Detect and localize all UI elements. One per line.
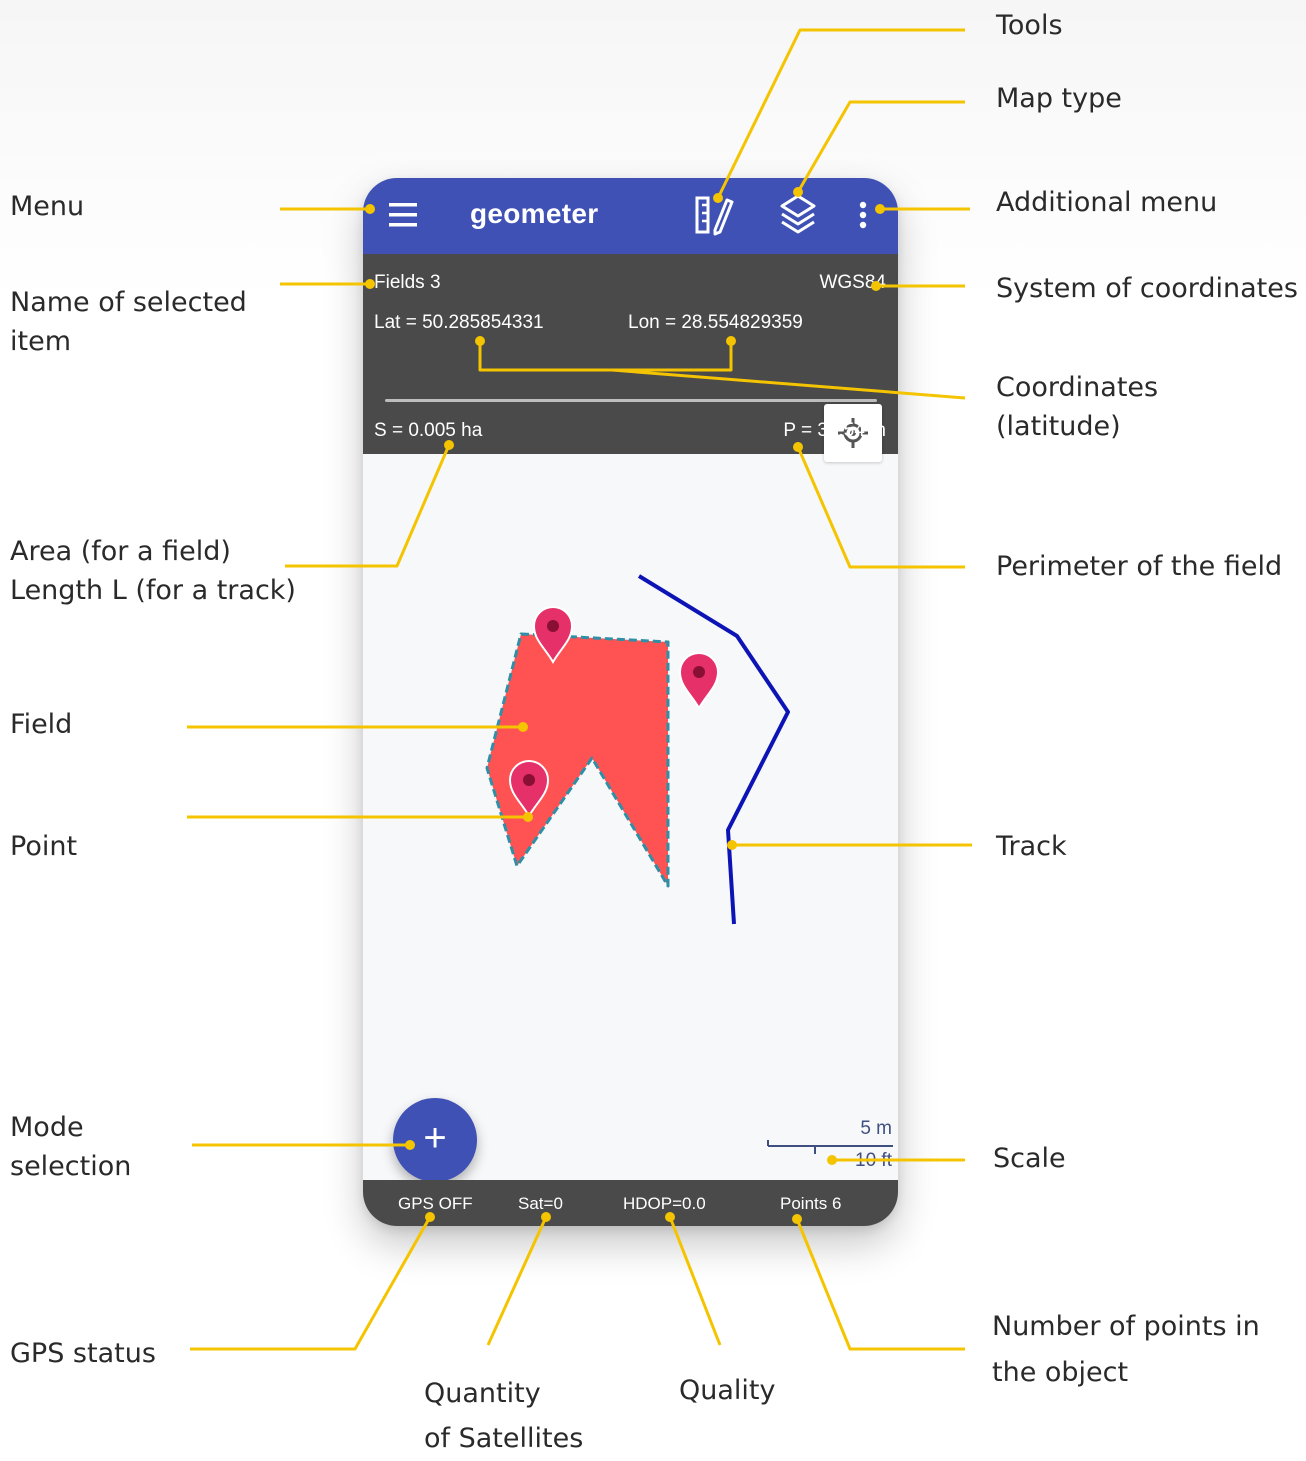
selected-item-name: Fields 3 <box>374 272 441 293</box>
map-view[interactable] <box>363 454 898 1180</box>
map-scale: 5 m 10 ft <box>763 1116 898 1176</box>
phone-screen: geometer Fields 3 WGS84 Lat = 50.2858543… <box>363 178 898 1226</box>
label-coordinate-system: System of coordinates <box>996 273 1298 304</box>
scale-metric: 5 m <box>860 1118 892 1139</box>
menu-icon[interactable] <box>387 200 421 230</box>
label-satellites: Quantity of Satellites <box>424 1378 584 1454</box>
more-vertical-icon[interactable] <box>857 200 869 232</box>
coordinate-system[interactable]: WGS84 <box>819 272 886 294</box>
label-track: Track <box>996 831 1067 862</box>
info-panel: Fields 3 WGS84 Lat = 50.285854331 Lon = … <box>363 254 898 462</box>
gps-status[interactable]: GPS OFF <box>398 1194 473 1214</box>
area-value: S = 0.005 ha <box>374 420 483 441</box>
satellite-count: Sat=0 <box>518 1194 563 1213</box>
label-menu: Menu <box>10 191 85 222</box>
panel-divider <box>385 399 877 402</box>
label-map-type: Map type <box>996 83 1122 114</box>
layers-icon[interactable] <box>777 192 819 236</box>
plus-icon: + <box>423 1116 447 1160</box>
label-point: Point <box>10 831 78 862</box>
latitude-value: Lat = 50.285854331 <box>374 312 544 333</box>
label-quality: Quality <box>679 1375 776 1406</box>
label-field: Field <box>10 709 73 740</box>
hdop-quality: HDOP=0.0 <box>623 1194 706 1213</box>
label-additional-menu: Additional menu <box>996 187 1218 218</box>
label-tools: Tools <box>996 10 1063 41</box>
perimeter-value: P = 36.54 m <box>783 420 886 441</box>
longitude-value: Lon = 28.554829359 <box>628 312 803 333</box>
label-gps-status: GPS status <box>10 1338 156 1369</box>
label-mode-selection: Mode selection <box>10 1112 132 1182</box>
scale-imperial: 10 ft <box>855 1150 892 1171</box>
mode-selection-button[interactable]: + <box>393 1098 477 1182</box>
points-count: Points 6 <box>780 1194 842 1213</box>
label-area: Area (for a field) Length L (for a track… <box>10 536 296 606</box>
label-scale: Scale <box>993 1143 1066 1174</box>
point-marker[interactable] <box>678 652 720 711</box>
label-coordinates: Coordinates (latitude) <box>996 372 1159 442</box>
status-bar: GPS OFF Sat=0 HDOP=0.0 Points 6 <box>363 1180 898 1226</box>
label-points-count: Number of points in the object <box>992 1311 1260 1388</box>
ruler-pencil-icon[interactable] <box>693 194 735 236</box>
label-name-selected-item: Name of selected item <box>10 287 247 357</box>
app-bar: geometer <box>363 178 898 254</box>
app-title: geometer <box>470 198 599 229</box>
field-polygon[interactable] <box>485 632 670 888</box>
label-perimeter: Perimeter of the field <box>996 551 1283 582</box>
